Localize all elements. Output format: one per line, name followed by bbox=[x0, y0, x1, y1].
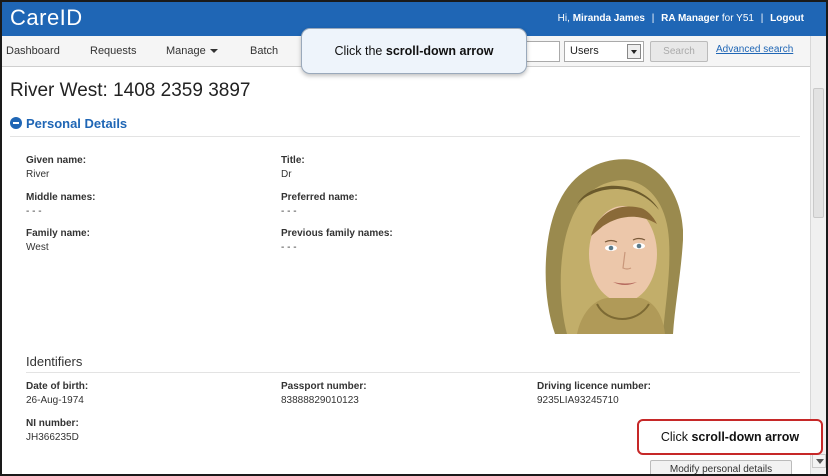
careid-logo[interactable]: CareID bbox=[10, 5, 83, 31]
preferred-name-field: Preferred name: - - - bbox=[281, 192, 358, 217]
family-name-value: West bbox=[26, 242, 49, 253]
driving-licence-number-value: 9235LIA93245710 bbox=[537, 395, 619, 406]
divider bbox=[10, 136, 800, 137]
user-role: RA Manager bbox=[661, 13, 720, 24]
nav-requests[interactable]: Requests bbox=[90, 45, 136, 57]
previous-family-names-label: Previous family names: bbox=[281, 228, 393, 239]
chevron-down-icon[interactable] bbox=[627, 44, 641, 59]
preferred-name-value: - - - bbox=[281, 206, 297, 217]
given-name-value: River bbox=[26, 169, 50, 180]
given-name-field: Given name: River bbox=[26, 155, 86, 180]
family-name-field: Family name: West bbox=[26, 228, 90, 253]
search-type-value: Users bbox=[570, 45, 599, 57]
middle-names-label: Middle names: bbox=[26, 192, 96, 203]
nav-dashboard[interactable]: Dashboard bbox=[6, 45, 60, 57]
nav-manage[interactable]: Manage bbox=[166, 45, 218, 57]
advanced-search-link[interactable]: Advanced search bbox=[716, 44, 793, 55]
scroll-down-arrow[interactable] bbox=[812, 454, 826, 468]
modify-personal-details-button[interactable]: Modify personal details bbox=[650, 460, 792, 474]
title-label: Title: bbox=[281, 155, 305, 166]
callout-top-prefix: Click the bbox=[334, 44, 383, 58]
instruction-callout-top: Click the scroll-down arrow bbox=[301, 28, 527, 74]
nav-manage-label: Manage bbox=[166, 45, 206, 57]
previous-family-names-field: Previous family names: - - - bbox=[281, 228, 393, 253]
separator: | bbox=[651, 13, 655, 24]
caret-down-icon bbox=[209, 49, 218, 54]
date-of-birth-value: 26-Aug-1974 bbox=[26, 395, 84, 406]
driving-licence-number-field: Driving licence number: 9235LIA93245710 bbox=[537, 381, 651, 406]
passport-number-label: Passport number: bbox=[281, 381, 367, 392]
identifiers-heading: Identifiers bbox=[26, 354, 83, 369]
app-window: CareID Hi, Miranda James | RA Manager fo… bbox=[0, 0, 828, 476]
divider bbox=[26, 372, 800, 373]
page-title: River West: 1408 2359 3897 bbox=[10, 80, 251, 101]
personal-details-heading: Personal Details bbox=[26, 116, 128, 131]
separator: | bbox=[760, 13, 764, 24]
callout-top-bold: scroll-down arrow bbox=[385, 44, 494, 58]
callout-bottom-bold: scroll-down arrow bbox=[691, 430, 800, 444]
user-name: Miranda James bbox=[572, 13, 645, 24]
ni-number-field: NI number: JH366235D bbox=[26, 418, 79, 443]
instruction-callout-bottom: Click scroll-down arrow bbox=[637, 419, 823, 455]
logout-link[interactable]: Logout bbox=[770, 13, 804, 24]
personal-details-toggle[interactable]: Personal Details bbox=[10, 116, 127, 131]
passport-number-value: 83888829010123 bbox=[281, 395, 359, 406]
passport-number-field: Passport number: 83888829010123 bbox=[281, 381, 367, 406]
given-name-label: Given name: bbox=[26, 155, 87, 166]
profile-photo bbox=[537, 154, 683, 334]
middle-names-value: - - - bbox=[26, 206, 42, 217]
search-type-select[interactable]: Users bbox=[564, 41, 644, 62]
title-field: Title: Dr bbox=[281, 155, 305, 180]
search-button[interactable]: Search bbox=[650, 41, 708, 62]
vertical-scrollbar[interactable] bbox=[810, 36, 826, 474]
family-name-label: Family name: bbox=[26, 228, 90, 239]
date-of-birth-label: Date of birth: bbox=[26, 381, 89, 392]
driving-licence-number-label: Driving licence number: bbox=[537, 381, 651, 392]
middle-names-field: Middle names: - - - bbox=[26, 192, 95, 217]
search-input[interactable] bbox=[524, 41, 560, 62]
nav-batch[interactable]: Batch bbox=[250, 45, 278, 57]
user-role-suffix: for Y51 bbox=[721, 13, 754, 24]
user-info: Hi, Miranda James | RA Manager for Y51 |… bbox=[558, 13, 804, 24]
ni-number-value: JH366235D bbox=[26, 432, 79, 443]
scroll-thumb[interactable] bbox=[813, 88, 824, 218]
previous-family-names-value: - - - bbox=[281, 242, 297, 253]
ni-number-label: NI number: bbox=[26, 418, 79, 429]
greeting: Hi, bbox=[557, 13, 570, 24]
date-of-birth-field: Date of birth: 26-Aug-1974 bbox=[26, 381, 88, 406]
title-value: Dr bbox=[281, 169, 292, 180]
callout-bottom-prefix: Click bbox=[660, 430, 688, 444]
minus-circle-icon bbox=[10, 117, 22, 129]
preferred-name-label: Preferred name: bbox=[281, 192, 358, 203]
